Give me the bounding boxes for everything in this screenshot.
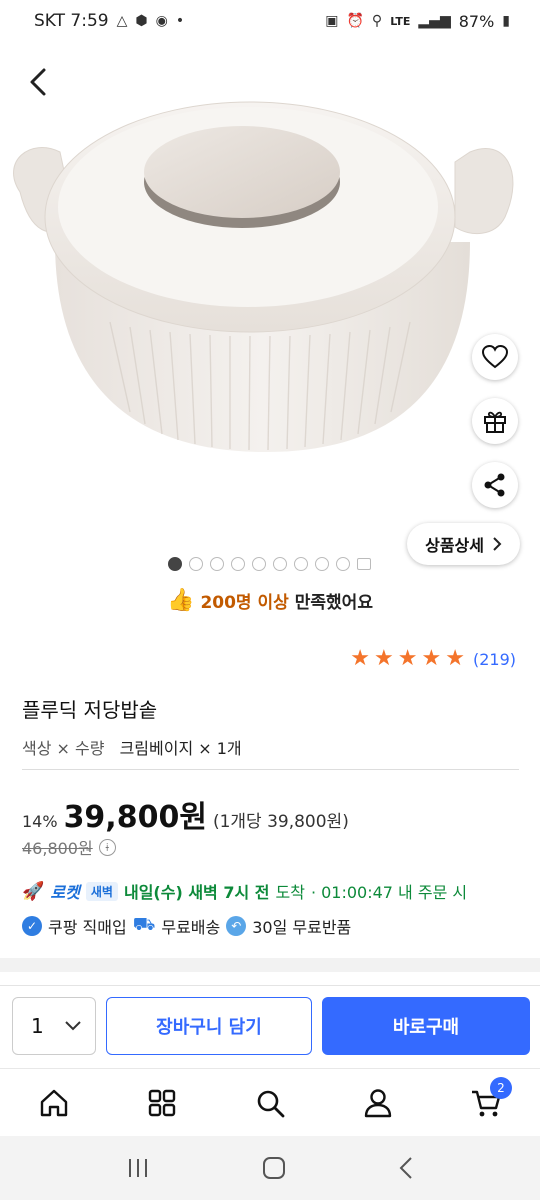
gallery-dot[interactable] [336,557,350,571]
direct-purchase: 쿠팡 직매입 [48,918,127,937]
nav-search[interactable] [216,1069,324,1136]
quantity-value: 1 [31,1014,44,1038]
product-detail-label: 상품상세 [425,536,484,555]
rating[interactable]: ★ ★ ★ ★ ★ (219) [350,648,516,670]
share-button[interactable] [472,462,518,508]
carrier-time: SKT 7:59 [34,11,109,31]
back-button[interactable] [20,62,56,102]
thumbs-up-icon: 👍 [167,588,195,613]
person-icon [364,1088,392,1117]
satisfaction-count: 200명 이상 [200,593,289,613]
chevron-left-icon [30,68,46,96]
product-option[interactable]: 색상 × 수량 크림베이지 × 1개 [22,735,242,759]
info-icon[interactable]: i [98,838,116,856]
option-value: 크림베이지 × 1개 [119,739,242,758]
nav-home[interactable] [0,1069,108,1136]
back-nav-icon[interactable] [398,1156,414,1180]
app-notification-icon: ⬢ [135,13,148,29]
gift-button[interactable] [472,398,518,444]
lock-icon: ▣ [325,13,339,29]
return-icon: ↶ [226,916,247,936]
rocket-icon: 🚀 [22,880,45,902]
star-icon: ★ [397,646,418,671]
cart-count-badge: 2 [490,1077,512,1099]
wishlist-button[interactable] [472,334,518,380]
divider [22,769,519,770]
nav-categories[interactable] [108,1069,216,1136]
grid-icon [148,1089,176,1116]
unit-price: (1개당 39,800원) [212,812,349,832]
signal-icon: ▂▄▆ [418,13,451,29]
product-detail-button[interactable]: 상품상세 [407,523,520,565]
gallery-more-icon[interactable] [357,558,371,570]
star-icon: ★ [421,646,442,671]
gift-icon [484,411,506,433]
original-price: 46,800원 [22,839,93,858]
gallery-dot[interactable] [189,557,203,571]
quantity-select[interactable]: 1 [12,997,96,1055]
satisfaction-text: 만족했어요 [294,593,373,613]
network-type: LTE [390,14,411,28]
search-icon [257,1090,285,1117]
truck-icon: ⛟ [132,914,156,935]
price-row: 14% 39,800원 (1개당 39,800원) [22,792,349,836]
buy-now-button[interactable]: 바로구매 [322,997,530,1055]
gallery-dot[interactable] [231,557,245,571]
discount-rate: 14% [22,812,58,831]
battery-icon: ▮ [502,13,510,29]
nav-cart[interactable]: 2 [432,1069,540,1136]
review-count[interactable]: (219) [473,650,516,669]
original-price-row: 46,800원 i [22,835,116,859]
recent-apps-icon[interactable] [126,1157,150,1179]
star-icon: ★ [350,646,371,671]
sale-price: 39,800원 [63,800,207,835]
dawn-badge: 새벽 [85,881,118,901]
gallery-pagination[interactable] [168,557,371,571]
product-title: 플루딕 저당밥솥 [22,698,158,722]
option-label: 색상 × 수량 [22,739,105,758]
feature-badges: ✓ 쿠팡 직매입 ⛟ 무료배송 ↶ 30일 무료반품 [22,914,351,938]
free-shipping: 무료배송 [161,918,221,937]
gallery-dot[interactable] [273,557,287,571]
heart-icon [482,345,508,369]
delivery-info: 🚀 로켓 새벽 내일(수) 새벽 7시 전 도착 · 01:00:47 내 주문… [22,879,467,903]
home-icon [40,1089,68,1116]
battery-level: 87% [458,11,495,31]
rice-cooker-image [13,101,514,452]
status-bar: SKT 7:59 △ ⬢ ◉ • ▣ ⏰ ⚲ LTE ▂▄▆ 87% ▮ [0,0,540,42]
home-button-icon[interactable] [262,1156,286,1180]
chevron-down-icon [65,1021,81,1031]
bank-notification-icon: ◉ [155,13,168,29]
delivery-eta: 내일(수) 새벽 7시 전 [123,883,270,902]
gallery-dot[interactable] [294,557,308,571]
notification-icon: △ [116,13,128,29]
gallery-dot[interactable] [252,557,266,571]
satisfaction-banner: 👍 200명 이상 만족했어요 [0,588,540,613]
bottom-nav: 2 [0,1068,540,1136]
alarm-icon: ⏰ [346,13,364,29]
product-image[interactable] [0,42,540,547]
rocket-label: 로켓 [50,883,80,902]
more-dot-icon: • [175,13,185,29]
nav-my-page[interactable] [324,1069,432,1136]
location-icon: ⚲ [371,13,383,29]
free-return: 30일 무료반품 [252,918,352,937]
star-icon: ★ [374,646,394,671]
gallery-dot[interactable] [168,557,182,571]
share-icon [484,473,505,497]
check-badge-icon: ✓ [22,916,42,936]
delivery-deadline: · 01:00:47 내 주문 시 [310,883,468,902]
system-navigation [0,1136,540,1200]
gallery-dot[interactable] [315,557,329,571]
delivery-arrive: 도착 [275,883,305,902]
gallery-dot[interactable] [210,557,224,571]
section-separator [0,958,540,972]
add-to-cart-button[interactable]: 장바구니 담기 [106,997,312,1055]
star-icon: ★ [445,646,465,671]
chevron-right-icon [493,537,502,551]
